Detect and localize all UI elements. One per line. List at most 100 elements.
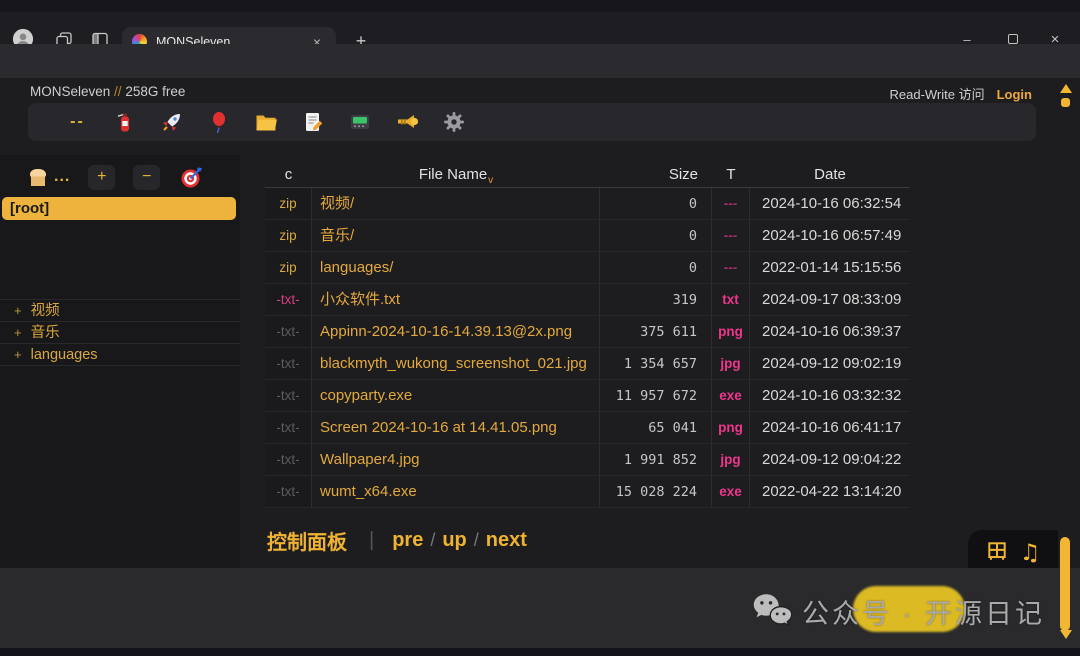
- file-name-link[interactable]: languages/: [312, 252, 600, 283]
- file-action-link[interactable]: zip: [265, 252, 312, 283]
- file-date: 2024-10-16 06:41:17: [750, 412, 910, 443]
- audio-trumpet-icon[interactable]: [383, 107, 430, 137]
- music-note-icon[interactable]: ♫: [1020, 540, 1041, 566]
- nav-next-link[interactable]: next: [486, 529, 527, 552]
- file-name-link[interactable]: copyparty.exe: [312, 380, 600, 411]
- file-action-link[interactable]: zip: [265, 220, 312, 251]
- file-action-link[interactable]: -txt-: [265, 348, 312, 379]
- file-action-link[interactable]: zip: [265, 188, 312, 219]
- access-status: Read-Write 访问Login: [889, 84, 1032, 103]
- file-name-link[interactable]: Appinn-2024-10-16-14.39.13@2x.png: [312, 316, 600, 347]
- message-pager-icon[interactable]: [336, 107, 383, 137]
- sort-indicator-icon: v: [488, 175, 493, 186]
- bup-balloon-icon[interactable]: [195, 107, 242, 137]
- scrollbar-dot[interactable]: [1061, 98, 1070, 107]
- file-name-link[interactable]: 音乐/: [312, 220, 600, 251]
- scrollbar-thumb[interactable]: [1060, 537, 1070, 631]
- file-action-link[interactable]: -txt-: [265, 444, 312, 475]
- scrollbar-up-arrow[interactable]: [1060, 84, 1072, 93]
- nav-pre-link[interactable]: pre: [392, 529, 423, 552]
- file-date: 2022-04-22 13:14:20: [750, 476, 910, 507]
- expand-plus-icon[interactable]: +: [14, 347, 22, 362]
- sidebar-item-label[interactable]: 视频: [31, 303, 60, 319]
- file-action-link[interactable]: -txt-: [265, 316, 312, 347]
- table-row: zip 视频/ 0 --- 2024-10-16 06:32:54: [265, 188, 910, 220]
- target-dart-icon[interactable]: [180, 165, 204, 189]
- settings-gear-icon[interactable]: [430, 107, 477, 137]
- tree-expand-button[interactable]: +: [88, 165, 115, 190]
- file-name-link[interactable]: Wallpaper4.jpg: [312, 444, 600, 475]
- toolbar-dashes-button[interactable]: --: [54, 107, 101, 137]
- page-content: MONSeleven // 258G free Read-Write 访问Log…: [0, 78, 1080, 645]
- file-size: 11 957 672: [600, 380, 712, 411]
- sidebar-item-languages[interactable]: + languages: [0, 343, 240, 365]
- file-type: exe: [712, 476, 750, 507]
- file-date: 2024-09-17 08:33:09: [750, 284, 910, 315]
- bread-icon[interactable]: [26, 165, 50, 189]
- wechat-icon: [748, 588, 794, 634]
- file-date: 2024-10-16 06:32:54: [750, 188, 910, 219]
- login-link[interactable]: Login: [997, 87, 1032, 102]
- file-size: 375 611: [600, 316, 712, 347]
- nav-up-link[interactable]: up: [442, 529, 466, 552]
- file-type: ---: [712, 252, 750, 283]
- file-name-link[interactable]: 小众软件.txt: [312, 284, 600, 315]
- table-row: -txt- 小众软件.txt 319 txt 2024-09-17 08:33:…: [265, 284, 910, 316]
- file-type: png: [712, 412, 750, 443]
- table-row: -txt- Appinn-2024-10-16-14.39.13@2x.png …: [265, 316, 910, 348]
- divider: |: [369, 529, 374, 552]
- file-name-link[interactable]: wumt_x64.exe: [312, 476, 600, 507]
- file-type: ---: [712, 188, 750, 219]
- watermark: 公众号 · 开源日记: [748, 588, 1045, 634]
- grid-view-icon[interactable]: [986, 540, 1008, 567]
- expand-plus-icon[interactable]: +: [14, 303, 22, 318]
- sidebar-item-label[interactable]: languages: [31, 347, 98, 363]
- file-type: jpg: [712, 444, 750, 475]
- file-type: txt: [712, 284, 750, 315]
- watermark-text: 公众号 · 开源日记: [802, 592, 1045, 631]
- file-date: 2024-10-16 06:57:49: [750, 220, 910, 251]
- file-table: c File Namev Size T Date zip 视频/ 0 --- 2…: [265, 162, 910, 508]
- tree-dots-button[interactable]: ...: [54, 168, 70, 186]
- file-size: 1 991 852: [600, 444, 712, 475]
- file-date: 2024-10-16 03:32:32: [750, 380, 910, 411]
- new-doc-memo-icon[interactable]: [289, 107, 336, 137]
- sidebar-item-label[interactable]: 音乐: [31, 325, 60, 341]
- scrollbar-down-arrow[interactable]: [1060, 630, 1072, 639]
- sidebar-item-root[interactable]: [root]: [2, 197, 236, 220]
- up2k-rocket-icon[interactable]: [148, 107, 195, 137]
- table-row: -txt- blackmyth_wukong_screenshot_021.jp…: [265, 348, 910, 380]
- file-type: ---: [712, 220, 750, 251]
- unpost-extinguisher-icon[interactable]: [101, 107, 148, 137]
- desktop-top-strip: [0, 0, 1080, 12]
- tree-collapse-button[interactable]: −: [133, 165, 160, 190]
- file-action-link[interactable]: -txt-: [265, 380, 312, 411]
- breadcrumb[interactable]: MONSeleven // 258G free: [30, 84, 185, 99]
- file-action-link[interactable]: -txt-: [265, 476, 312, 507]
- sidebar-item-video[interactable]: + 视频: [0, 299, 240, 321]
- file-size: 0: [600, 188, 712, 219]
- file-name-link[interactable]: blackmyth_wukong_screenshot_021.jpg: [312, 348, 600, 379]
- file-date: 2024-09-12 09:04:22: [750, 444, 910, 475]
- table-row: -txt- copyparty.exe 11 957 672 exe 2024-…: [265, 380, 910, 412]
- browser-address-bar: ← 127.0.0.1 ☆ ⋯: [0, 44, 1080, 78]
- file-type: exe: [712, 380, 750, 411]
- mkdir-folder-icon[interactable]: [242, 107, 289, 137]
- file-size: 65 041: [600, 412, 712, 443]
- file-name-link[interactable]: 视频/: [312, 188, 600, 219]
- free-space-label: 258G free: [125, 84, 185, 99]
- file-size: 0: [600, 252, 712, 283]
- file-size: 1 354 657: [600, 348, 712, 379]
- expand-plus-icon[interactable]: +: [14, 325, 22, 340]
- file-name-link[interactable]: Screen 2024-10-16 at 14.41.05.png: [312, 412, 600, 443]
- table-header-row: c File Namev Size T Date: [265, 162, 910, 188]
- file-size: 0: [600, 220, 712, 251]
- file-action-link[interactable]: -txt-: [265, 412, 312, 443]
- control-panel-link[interactable]: 控制面板: [267, 526, 347, 555]
- table-row: zip languages/ 0 --- 2022-01-14 15:15:56: [265, 252, 910, 284]
- maximize-icon: [1008, 34, 1018, 44]
- table-row: -txt- Wallpaper4.jpg 1 991 852 jpg 2024-…: [265, 444, 910, 476]
- sidebar-item-music[interactable]: + 音乐: [0, 321, 240, 343]
- breadcrumb-path[interactable]: MONSeleven: [30, 84, 110, 99]
- file-action-link[interactable]: -txt-: [265, 284, 312, 315]
